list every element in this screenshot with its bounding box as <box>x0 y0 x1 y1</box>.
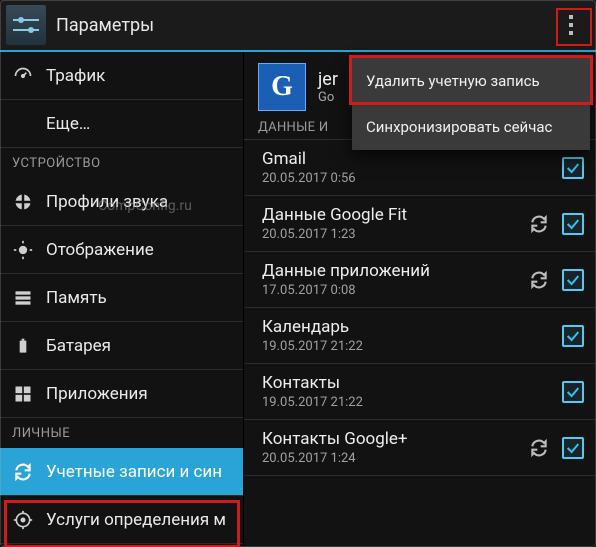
sync-checkbox[interactable] <box>562 325 584 347</box>
sidebar-item-label: Услуги определения м <box>46 510 226 530</box>
apps-icon <box>12 383 34 405</box>
sidebar-item-display[interactable]: Отображение <box>0 226 243 274</box>
sync-item-timestamp: 20.05.2017 1:24 <box>262 451 526 466</box>
sync-checkbox[interactable] <box>562 269 584 291</box>
sync-item-label: Календарь <box>262 317 526 337</box>
sidebar-item-label: Батарея <box>46 336 111 356</box>
sidebar-item-storage[interactable]: Память <box>0 274 243 322</box>
google-badge-icon: G <box>258 63 306 111</box>
sync-item-label: Контакты <box>262 373 526 393</box>
sidebar-item-label: Еще… <box>46 114 90 134</box>
sidebar-header-personal: ЛИЧНЫЕ <box>0 418 243 448</box>
sidebar-item-label: Трафик <box>46 66 105 86</box>
menu-item-sync-now[interactable]: Синхронизировать сейчас <box>352 104 590 150</box>
sidebar-item-apps[interactable]: Приложения <box>0 370 243 418</box>
sidebar-item-label: Приложения <box>46 384 148 404</box>
sync-checkbox[interactable] <box>562 213 584 235</box>
storage-icon <box>12 287 34 309</box>
sidebar-item-traffic[interactable]: Трафик <box>0 52 243 100</box>
sync-item-label: Контакты Google+ <box>262 429 526 449</box>
sync-checkbox[interactable] <box>562 437 584 459</box>
sync-row[interactable]: Данные приложений 17.05.2017 0:08 <box>244 252 596 308</box>
sidebar-item-accounts-sync[interactable]: Учетные записи и син <box>0 448 243 496</box>
brightness-icon <box>12 239 34 261</box>
sidebar-item-label: Отображение <box>46 240 154 260</box>
sync-item-timestamp: 19.05.2017 21:22 <box>262 395 526 410</box>
sync-item-timestamp: 20.05.2017 1:23 <box>262 227 526 242</box>
sound-icon <box>12 191 34 213</box>
sync-status-icon <box>526 438 552 458</box>
page-title: Параметры <box>46 15 556 36</box>
sync-row[interactable]: Контакты Google+ 20.05.2017 1:24 <box>244 420 596 476</box>
sidebar-header-device: УСТРОЙСТВО <box>0 148 243 178</box>
sidebar-item-label: Учетные записи и син <box>46 462 222 482</box>
overflow-popup: Удалить учетную запись Синхронизировать … <box>352 58 590 150</box>
sync-checkbox[interactable] <box>562 381 584 403</box>
sync-icon <box>12 461 34 483</box>
sync-item-label: Данные Google Fit <box>262 205 526 225</box>
sync-status-icon <box>526 270 552 290</box>
gauge-icon <box>12 65 34 87</box>
sync-item-label: Данные приложений <box>262 261 526 281</box>
sidebar-item-label: Память <box>46 288 107 308</box>
battery-icon <box>12 335 34 357</box>
overflow-menu-button[interactable] <box>556 8 586 42</box>
sync-status-icon <box>526 214 552 234</box>
settings-app-icon <box>6 5 46 45</box>
sidebar-item-location-services[interactable]: Услуги определения м <box>0 496 243 544</box>
sync-row[interactable]: Данные Google Fit 20.05.2017 1:23 <box>244 196 596 252</box>
sync-item-label: Gmail <box>262 149 526 169</box>
sidebar-item-label: Профили звука <box>46 192 168 212</box>
menu-item-delete-account[interactable]: Удалить учетную запись <box>352 58 590 104</box>
account-name: jer <box>318 69 338 90</box>
sync-row[interactable]: Календарь 19.05.2017 21:22 <box>244 308 596 364</box>
sync-item-timestamp: 19.05.2017 21:22 <box>262 339 526 354</box>
title-bar: Параметры <box>0 0 596 52</box>
sync-item-timestamp: 17.05.2017 0:08 <box>262 283 526 298</box>
sync-item-timestamp: 20.05.2017 0:56 <box>262 171 526 186</box>
location-icon <box>12 509 34 531</box>
sidebar-item-sound-profiles[interactable]: Профили звука <box>0 178 243 226</box>
sidebar-item-more[interactable]: Еще… <box>0 100 243 148</box>
sync-row[interactable]: Контакты 19.05.2017 21:22 <box>244 364 596 420</box>
sidebar-item-battery[interactable]: Батарея <box>0 322 243 370</box>
sync-checkbox[interactable] <box>562 157 584 179</box>
settings-sidebar: Трафик Еще… УСТРОЙСТВО CompConfig.ru Про… <box>0 52 244 547</box>
account-type: Go <box>318 90 338 105</box>
